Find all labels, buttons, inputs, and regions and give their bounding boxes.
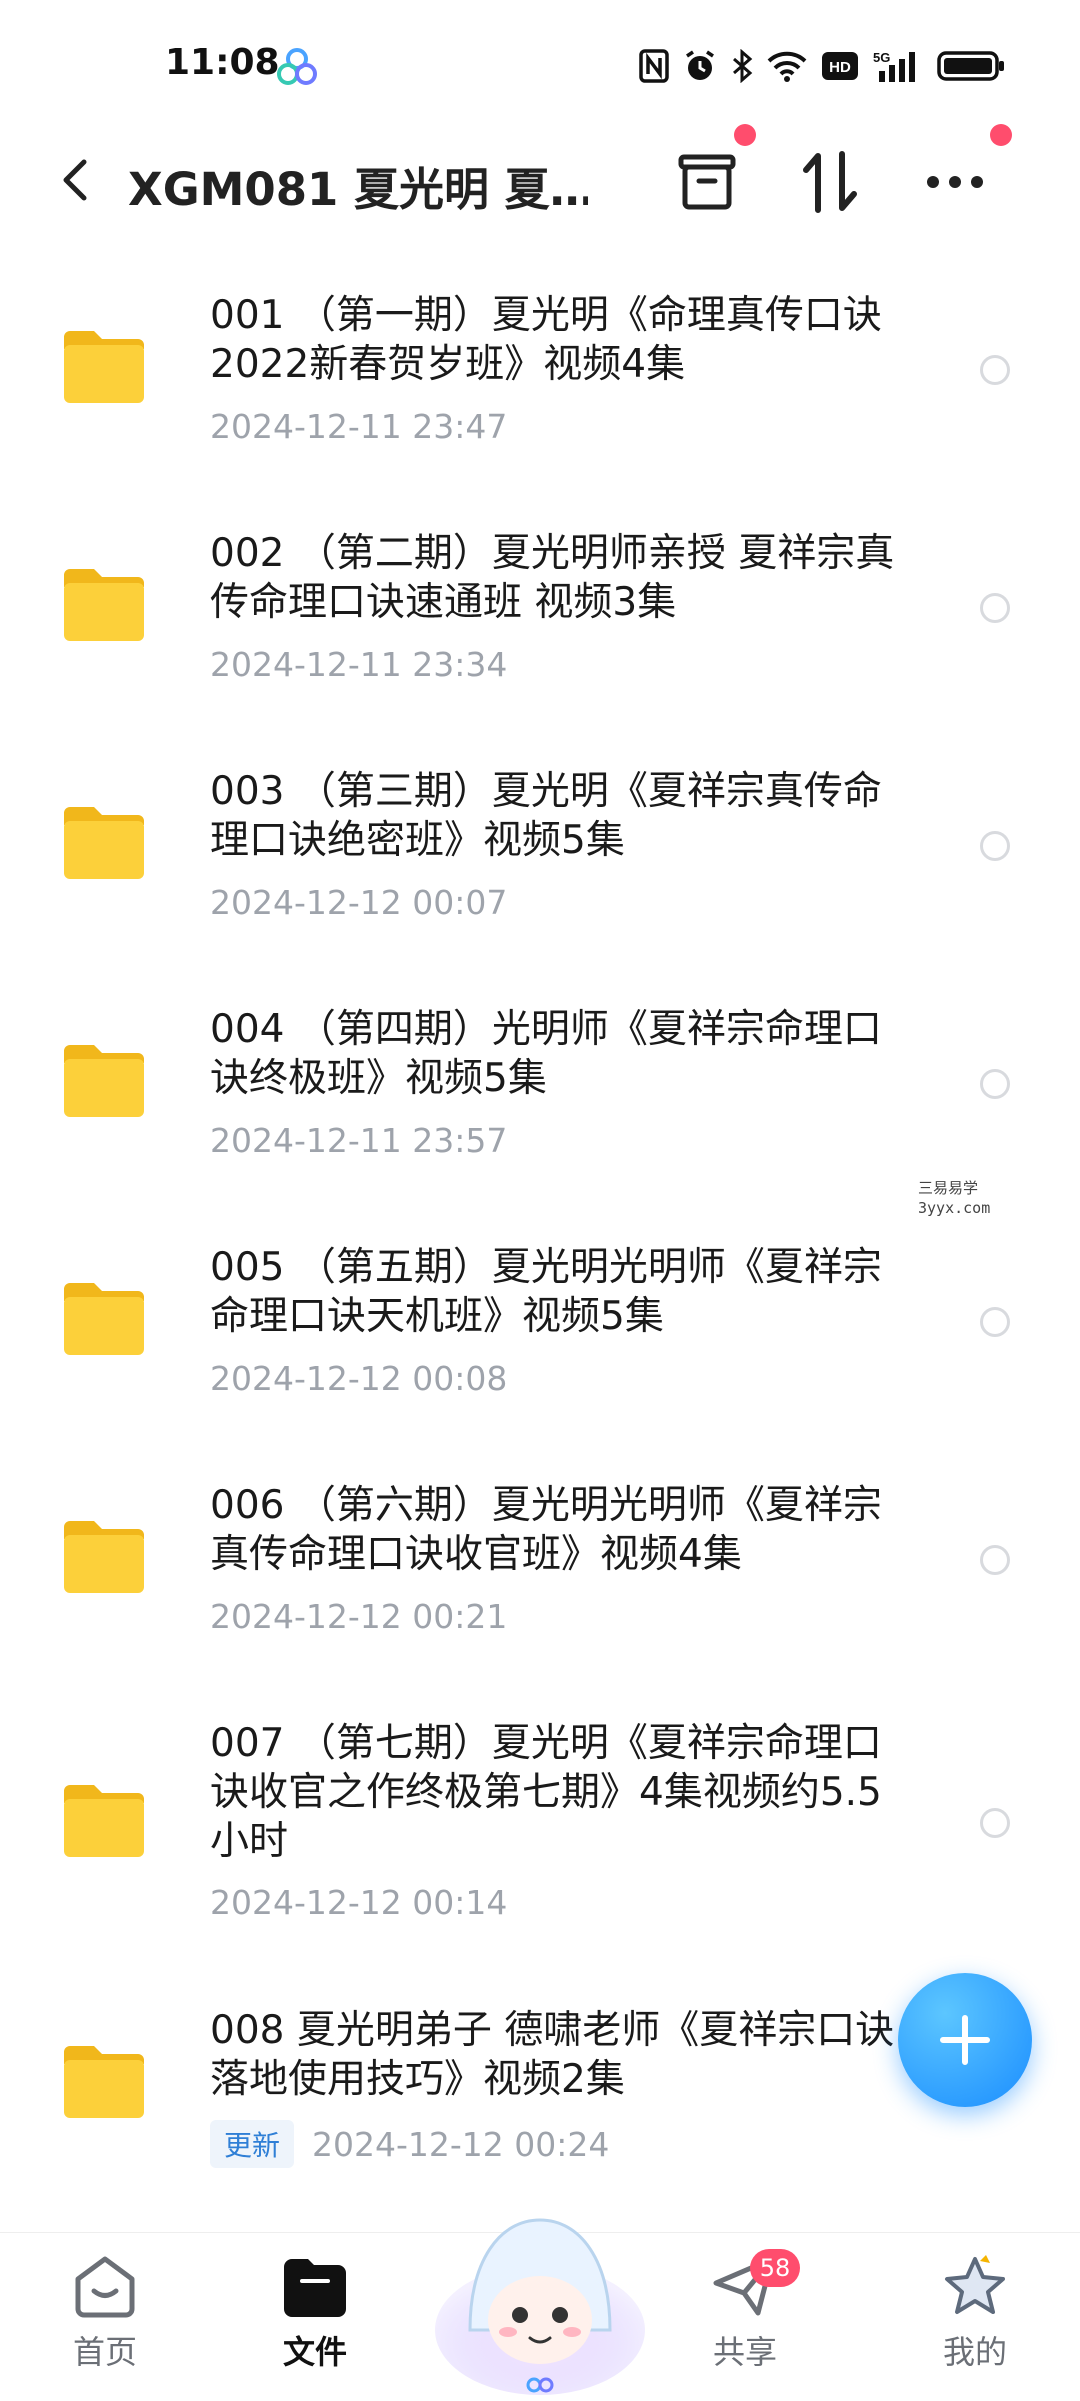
select-checkbox[interactable] xyxy=(980,593,1010,623)
nfc-icon xyxy=(639,49,669,83)
status-bar: 11:08 HD 5G xyxy=(0,0,1080,120)
file-meta: 2024-12-11 23:34 xyxy=(210,645,507,684)
nav-share[interactable]: 共享 58 xyxy=(675,2249,815,2393)
wifi-icon xyxy=(767,51,807,82)
network-label: 5G xyxy=(873,50,890,65)
update-badge: 更新 xyxy=(210,2120,295,2168)
folder-icon xyxy=(64,1283,144,1355)
file-name: 008 夏光明弟子 德啸老师《夏祥宗口诀落地使用技巧》视频2集 xyxy=(210,2008,895,2102)
folder-icon xyxy=(64,2046,144,2118)
folder-icon xyxy=(64,569,144,641)
more-notification-dot xyxy=(990,124,1012,146)
page-title: XGM081 夏光明 夏… xyxy=(128,163,588,216)
file-date: 2024-12-12 00:08 xyxy=(210,1359,508,1398)
back-icon xyxy=(63,159,87,201)
archive-button[interactable] xyxy=(667,142,747,222)
add-button[interactable] xyxy=(898,1973,1032,2107)
file-date: 2024-12-12 00:07 xyxy=(210,883,508,922)
nav-files-label: 文件 xyxy=(282,2333,347,2371)
archive-icon xyxy=(678,154,736,210)
file-meta: 2024-12-12 00:14 xyxy=(210,1883,507,1922)
file-name: 006 （第六期）夏光明光明师《夏祥宗真传命理口诀收官班》视频4集 xyxy=(210,1483,882,1577)
watermark-line1: 三易易学 xyxy=(918,1179,979,1197)
file-meta: 2024-12-11 23:57 xyxy=(210,1121,507,1160)
select-checkbox[interactable] xyxy=(980,1307,1010,1337)
nav-profile[interactable]: 我的 xyxy=(905,2253,1045,2393)
more-button[interactable] xyxy=(915,142,995,222)
nav-share-label: 共享 xyxy=(712,2333,777,2371)
nav-home[interactable]: 首页 xyxy=(35,2253,175,2393)
more-icon xyxy=(927,176,983,188)
select-checkbox[interactable] xyxy=(980,1545,1010,1575)
cloud-app-icon xyxy=(277,48,317,85)
bluetooth-icon xyxy=(733,49,753,83)
file-name: 003 （第三期）夏光明《夏祥宗真传命理口诀绝密班》视频5集 xyxy=(210,769,882,863)
select-checkbox[interactable] xyxy=(980,831,1010,861)
watermark-line2: 3yyx.com xyxy=(918,1199,991,1217)
file-name: 002 （第二期）夏光明师亲授 夏祥宗真传命理口诀速通班 视频3集 xyxy=(210,531,895,625)
star-profile-icon xyxy=(945,2255,1005,2314)
file-meta: 2024-12-12 00:08 xyxy=(210,1359,507,1398)
folder-icon xyxy=(64,1521,144,1593)
folder-icon xyxy=(64,807,144,879)
file-meta: 2024-12-12 00:21 xyxy=(210,1597,507,1636)
folder-icon xyxy=(284,2259,346,2317)
file-date: 2024-12-11 23:34 xyxy=(210,645,508,684)
hd-label: HD xyxy=(829,59,851,76)
folder-icon xyxy=(64,1045,144,1117)
sort-button[interactable] xyxy=(790,142,870,222)
sort-icon xyxy=(803,151,857,213)
file-date: 2024-12-12 00:21 xyxy=(210,1597,508,1636)
home-icon xyxy=(75,2256,135,2318)
file-name: 004 （第四期）光明师《夏祥宗命理口诀终极班》视频5集 xyxy=(210,1007,882,1101)
file-date: 2024-12-11 23:47 xyxy=(210,407,508,446)
select-checkbox[interactable] xyxy=(980,1808,1010,1838)
file-date: 2024-12-12 00:24 xyxy=(312,2124,610,2164)
file-meta: 2024-12-12 00:07 xyxy=(210,883,507,922)
mascot-assistant-icon[interactable] xyxy=(430,2180,650,2400)
file-date: 2024-12-12 00:14 xyxy=(210,1883,508,1922)
header-bar: XGM081 夏光明 夏… xyxy=(0,120,1080,240)
back-button[interactable] xyxy=(45,150,105,210)
folder-icon xyxy=(64,1785,144,1857)
watermark: 三易易学 3yyx.com xyxy=(918,1178,990,1218)
select-checkbox[interactable] xyxy=(980,355,1010,385)
alarm-icon xyxy=(686,50,714,80)
status-time: 11:08 xyxy=(165,42,280,83)
file-date: 2024-12-11 23:57 xyxy=(210,1121,508,1160)
nav-files[interactable]: 文件 xyxy=(245,2253,385,2393)
plus-icon xyxy=(940,2015,990,2065)
battery-icon xyxy=(937,51,1004,81)
file-name: 007 （第七期）夏光明《夏祥宗命理口诀收官之作终极第七期》4集视频约5.5小时 xyxy=(210,1721,882,1864)
5g-signal-icon: 5G xyxy=(873,50,915,82)
nav-profile-label: 我的 xyxy=(942,2333,1007,2371)
nav-home-label: 首页 xyxy=(72,2333,137,2371)
folder-icon xyxy=(64,331,144,403)
hd-icon: HD xyxy=(822,52,858,80)
file-name: 001 （第一期）夏光明《命理真传口诀2022新春贺岁班》视频4集 xyxy=(210,293,882,387)
select-checkbox[interactable] xyxy=(980,1069,1010,1099)
file-meta: 更新 2024-12-12 00:24 xyxy=(210,2120,609,2168)
file-meta: 2024-12-11 23:47 xyxy=(210,407,507,446)
file-name: 005 （第五期）夏光明光明师《夏祥宗命理口诀天机班》视频5集 xyxy=(210,1245,882,1339)
share-count-badge: 58 xyxy=(750,2249,800,2287)
archive-notification-dot xyxy=(734,124,756,146)
